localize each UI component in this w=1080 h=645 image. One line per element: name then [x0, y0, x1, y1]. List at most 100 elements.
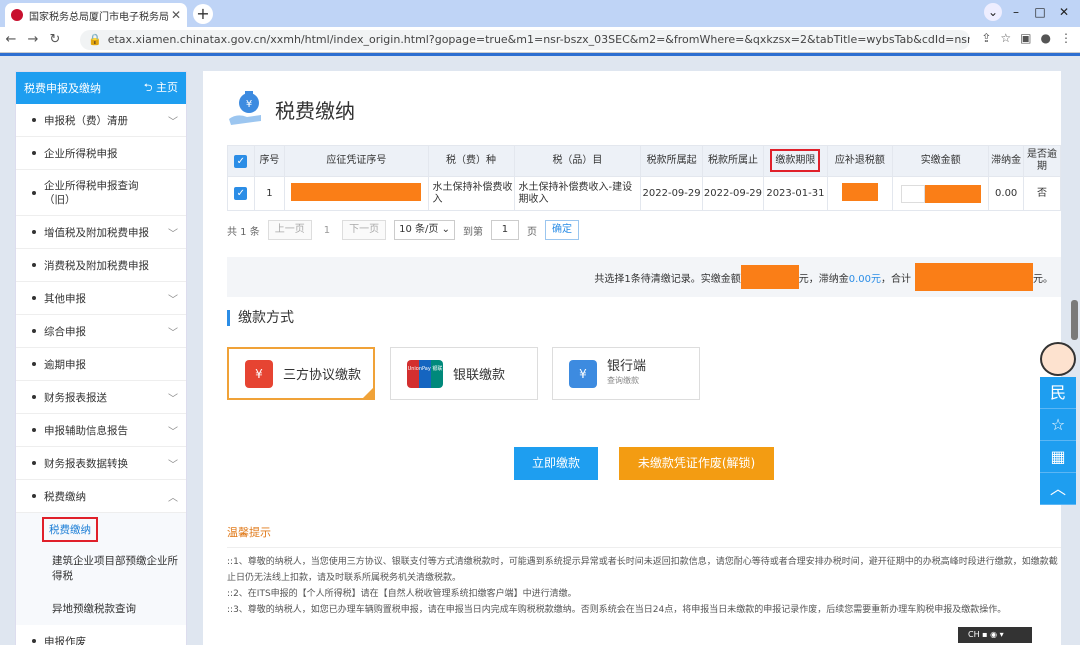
bullet-icon	[32, 190, 36, 195]
sidebar-item[interactable]: 企业所得税申报查询（旧）	[16, 170, 186, 216]
amount-input[interactable]	[900, 184, 925, 203]
col-header-deadline: 缴款期限	[763, 145, 828, 177]
scrollbar[interactable]	[1071, 300, 1078, 340]
summary-text: 元。	[1033, 273, 1053, 285]
ime-toolbar[interactable]: CH ▪ ◉ ▾	[958, 627, 1032, 643]
back-icon[interactable]: ←	[0, 32, 22, 47]
tax-table: ✓ 序号 应征凭证序号 税（费）种 税（品）目 税款所属起 税款所属止 缴款期限…	[227, 145, 1061, 211]
cell-end: 2022-09-29	[701, 176, 765, 211]
highlight-box: 缴款期限	[770, 149, 821, 172]
bullet-icon	[32, 296, 36, 300]
summary-late-fee: 0.00元	[848, 273, 881, 285]
floating-chat-icon[interactable]: 民	[1040, 377, 1076, 409]
bullet-icon	[32, 151, 36, 155]
sidebar-item[interactable]: 增值税及附加税费申报 ﹀	[16, 216, 186, 249]
browser-tabbar: 国家税务总局厦门市电子税务局 ✕ + ⌄ – □ ✕	[0, 0, 1080, 27]
sidebar-subitem-label: 异地预缴税款查询	[52, 603, 136, 615]
checkbox-checked-icon[interactable]: ✓	[234, 154, 248, 168]
new-tab-button[interactable]: +	[193, 4, 213, 24]
up-icon[interactable]: ︿	[1040, 473, 1076, 505]
bullet-icon	[32, 494, 36, 498]
chevron-down-icon: ﹀	[168, 459, 178, 471]
star-bookmark-icon[interactable]: ☆	[1000, 31, 1011, 45]
current-page[interactable]: 1	[320, 225, 334, 236]
sidebar-item-label: 增值税及附加税费申报	[44, 226, 149, 239]
col-header: 序号	[253, 145, 286, 177]
close-window-icon[interactable]: ✕	[1054, 3, 1074, 21]
goto-confirm-button[interactable]: 确定	[544, 220, 579, 240]
sidebar-item[interactable]: 申报税（费）清册 ﹀	[16, 104, 186, 137]
tax-bag-icon: ¥	[227, 91, 267, 127]
sidebar-item-label: 综合申报	[44, 325, 86, 338]
payment-option-tripartite[interactable]: ¥ 三方协议缴款	[227, 347, 375, 400]
page-size-select[interactable]: 10 条/页 ⌄	[394, 220, 455, 240]
checkbox-checked-icon[interactable]: ✓	[234, 187, 248, 200]
close-icon[interactable]: ✕	[171, 8, 181, 22]
goto-label: 到第	[462, 226, 483, 238]
sidebar-item-label: 企业所得税申报	[44, 147, 118, 160]
sidebar-subitem-active[interactable]: 税费缴纳	[16, 513, 186, 546]
sidebar-subitem-label: 税费缴纳	[42, 517, 98, 542]
payment-option-unionpay[interactable]: UnionPay 银联 银联缴款	[390, 347, 538, 400]
maximize-icon[interactable]: □	[1030, 3, 1050, 21]
pager-total: 共 1 条	[227, 226, 260, 238]
sidebar-subitem[interactable]: 异地预缴税款查询	[16, 592, 186, 625]
minimize-icon[interactable]: –	[1006, 3, 1026, 21]
goto-page-input[interactable]: 1	[490, 220, 519, 240]
col-header: 应征凭证序号	[284, 145, 429, 177]
payment-option-sub: 查询缴款	[607, 376, 639, 385]
void-voucher-button[interactable]: 未缴款凭证作废(解锁)	[619, 447, 774, 480]
prev-page-button[interactable]: 上一页	[267, 220, 312, 240]
sidebar-item[interactable]: 申报作废	[16, 625, 186, 645]
sidebar-item[interactable]: 其他申报 ﹀	[16, 282, 186, 315]
url-input[interactable]: 🔒 etax.xiamen.chinatax.gov.cn/xxmh/html/i…	[80, 30, 970, 50]
tab-title: 国家税务总局厦门市电子税务局	[29, 11, 169, 23]
sidebar-item[interactable]: 综合申报 ﹀	[16, 315, 186, 348]
menu-icon[interactable]: ⋮	[1060, 31, 1072, 45]
reload-icon[interactable]: ↻	[44, 32, 66, 47]
payment-option-label: 银行端	[607, 359, 647, 374]
redaction-mask	[841, 182, 878, 201]
sidebar-subitem[interactable]: 建筑企业项目部预缴企业所得税	[16, 546, 186, 592]
selected-corner-icon	[361, 386, 375, 400]
star-icon[interactable]: ☆	[1040, 409, 1076, 441]
cell-voucher	[284, 176, 429, 211]
calculator-icon[interactable]: ▦	[1040, 441, 1076, 473]
summary-text: ，合计	[881, 273, 911, 285]
pay-now-button[interactable]: 立即缴款	[514, 447, 598, 480]
chevron-up-icon: ︿	[168, 492, 178, 504]
sidebar-item[interactable]: 申报辅助信息报告 ﹀	[16, 414, 186, 447]
table-row[interactable]: ✓ 1 水土保持补偿费收入 水土保持补偿费收入-建设期收入 2022-09-29…	[227, 176, 1061, 211]
page-header: ¥ 税费缴纳	[227, 91, 355, 127]
sidebar-item-label: 申报税（费）清册	[44, 114, 128, 127]
next-page-button[interactable]: 下一页	[342, 220, 387, 240]
sidebar-item[interactable]: 逾期申报	[16, 348, 186, 381]
chevron-down-icon[interactable]: ⌄	[984, 3, 1002, 21]
share-icon[interactable]: ⇪	[981, 31, 991, 45]
sidebar-item[interactable]: 税费缴纳 ︿	[16, 480, 186, 513]
home-link[interactable]: ⮌ 主页	[144, 79, 178, 98]
bank-wallet-icon: ¥	[569, 359, 597, 388]
floating-toolbar: 民 ☆ ▦ ︿	[1040, 377, 1076, 505]
sidebar-item[interactable]: 财务报表数据转换 ﹀	[16, 447, 186, 480]
row-select-cell[interactable]: ✓	[227, 176, 255, 211]
payment-method-title: 缴款方式	[227, 310, 294, 326]
sidebar-item[interactable]: 企业所得税申报	[16, 137, 186, 170]
select-all-cell[interactable]: ✓	[227, 145, 255, 177]
profile-icon[interactable]: ●	[1041, 31, 1051, 45]
address-bar: ← → ↻ 🔒 etax.xiamen.chinatax.gov.cn/xxmh/…	[0, 27, 1080, 53]
sidebar-icon[interactable]: ▣	[1020, 31, 1031, 45]
bullet-icon	[32, 118, 36, 122]
url-text: etax.xiamen.chinatax.gov.cn/xxmh/html/in…	[107, 33, 970, 46]
sidebar-item[interactable]: 财务报表报送 ﹀	[16, 381, 186, 414]
chevron-down-icon: ﹀	[168, 294, 178, 306]
browser-tab[interactable]: 国家税务总局厦门市电子税务局 ✕	[5, 3, 187, 27]
forward-icon[interactable]: →	[22, 32, 44, 47]
bullet-icon	[32, 395, 36, 399]
sidebar-item-label: 财务报表数据转换	[44, 457, 128, 470]
bullet-icon	[32, 329, 36, 333]
assistant-avatar-icon[interactable]	[1040, 342, 1076, 376]
redaction-mask	[291, 182, 422, 201]
sidebar-item[interactable]: 消费税及附加税费申报	[16, 249, 186, 282]
payment-option-bank[interactable]: ¥ 银行端查询缴款	[552, 347, 700, 400]
